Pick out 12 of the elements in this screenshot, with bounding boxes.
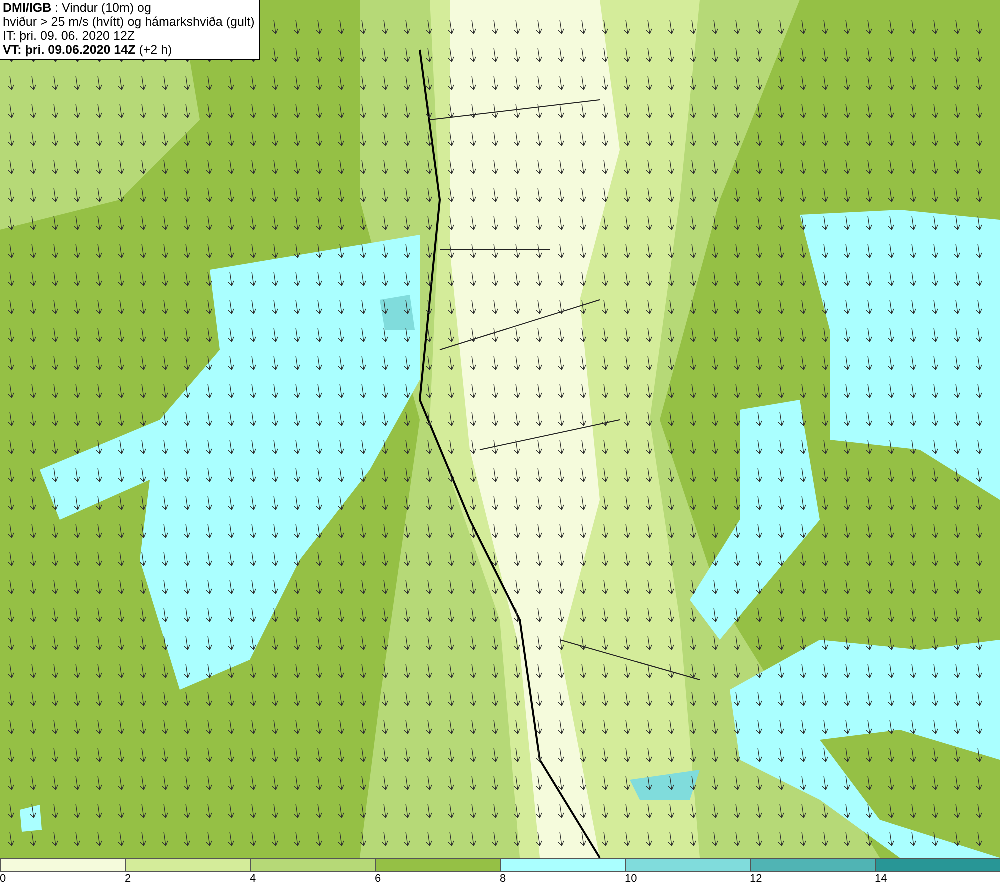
info-line: DMI/IGB : Vindur (10m) og [3,1,152,15]
legend-label: 6 [375,872,382,886]
info-line: hviður > 25 m/s (hvítt) og hámarkshviða (gult) [3,15,255,29]
legend-label: 4 [250,872,256,886]
legend-label: 0 [0,872,6,886]
info-line: IT: þri. 09. 06. 2020 12Z [3,29,136,43]
legend-label: 8 [500,872,506,886]
legend-label: 14 [875,872,888,886]
legend-label: 2 [125,872,132,886]
legend-label: 12 [750,872,762,886]
legend-label: 10 [625,872,638,886]
info-line: VT: þri. 09.06.2020 14Z (+2 h) [3,43,174,57]
